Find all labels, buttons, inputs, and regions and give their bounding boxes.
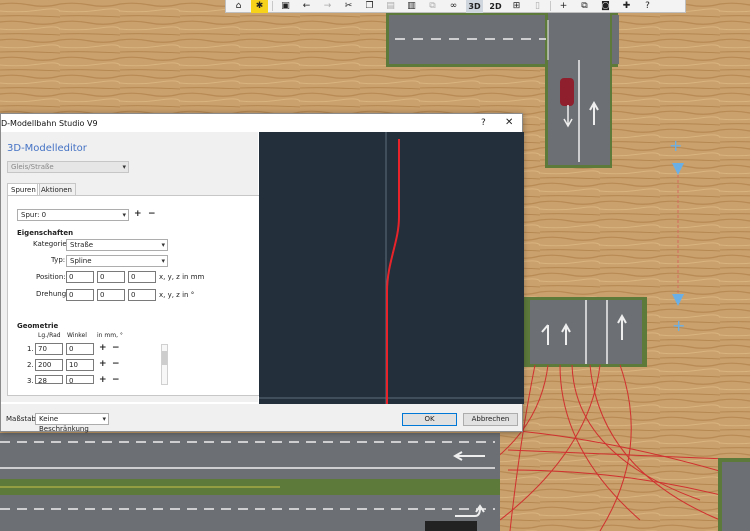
eigenschaften-heading: Eigenschaften — [17, 229, 74, 237]
ok-button[interactable]: OK — [402, 413, 457, 426]
row-remove-button[interactable]: − — [112, 375, 120, 385]
toolbar-separator — [272, 1, 273, 11]
view-2d-button[interactable]: 2D — [487, 0, 504, 13]
editor-heading: 3D-Modelleditor — [7, 143, 87, 154]
row-winkel-input[interactable]: 0 — [66, 375, 94, 385]
add-spur-button[interactable]: + — [134, 209, 142, 219]
close-button[interactable]: ✕ — [505, 117, 513, 128]
drehung-label: Drehung: — [36, 290, 69, 298]
svg-text:+: + — [672, 316, 685, 335]
drehung-z-input[interactable]: 0 — [128, 289, 156, 301]
cut-icon[interactable]: ✂ — [340, 0, 357, 13]
spline-preview-canvas[interactable] — [259, 132, 524, 404]
camera-icon[interactable]: ◙ — [597, 0, 614, 13]
row-index: 3. — [27, 377, 34, 385]
chevron-down-icon: ▾ — [161, 257, 165, 265]
row-remove-button[interactable]: − — [112, 359, 120, 369]
typ-select[interactable]: Spline ▾ — [66, 255, 168, 267]
layers-icon[interactable]: ⧉ — [576, 0, 593, 13]
undo-icon[interactable]: ← — [298, 0, 315, 13]
chevron-down-icon: ▾ — [122, 163, 126, 171]
row-index: 2. — [27, 361, 34, 369]
chevron-down-icon: ▾ — [122, 211, 126, 219]
geometrie-heading: Geometrie — [17, 322, 59, 330]
dialog-title: D-Modellbahn Studio V9 — [1, 119, 98, 128]
remove-spur-button[interactable]: − — [148, 209, 156, 219]
row-add-button[interactable]: + — [99, 375, 107, 385]
typ-value: Spline — [70, 257, 92, 265]
redo-icon[interactable]: → — [319, 0, 336, 13]
lock-icon[interactable]: ▯ — [529, 0, 546, 13]
position-z-input[interactable]: 0 — [128, 271, 156, 283]
row-lg-input[interactable]: 70 — [35, 343, 63, 355]
position-y-input[interactable]: 0 — [97, 271, 125, 283]
row-add-button[interactable]: + — [99, 359, 107, 369]
drehung-x-input[interactable]: 0 — [66, 289, 94, 301]
chevron-down-icon: ▾ — [102, 415, 106, 423]
cancel-button[interactable]: Abbrechen — [463, 413, 518, 426]
add-icon[interactable]: + — [555, 0, 572, 13]
preview-svg — [259, 132, 524, 404]
kategorie-label: Kategorie: — [33, 240, 70, 248]
spur-value: Spur: 0 — [21, 211, 47, 219]
editor-left-pane: 3D-Modelleditor Gleis/Straße ▾ Spuren Ak… — [1, 132, 271, 402]
row-winkel-input[interactable]: 10 — [66, 359, 94, 371]
kategorie-value: Straße — [70, 241, 94, 249]
row-lg-input[interactable]: 28 — [35, 375, 63, 385]
track-type-select: Gleis/Straße ▾ — [7, 161, 129, 173]
bottom-toolbar-fragment[interactable] — [425, 521, 477, 531]
drehung-y-input[interactable]: 0 — [97, 289, 125, 301]
row-add-button[interactable]: + — [99, 343, 107, 353]
help-button[interactable]: ? — [481, 118, 486, 128]
position-x-input[interactable]: 0 — [66, 271, 94, 283]
chevron-down-icon: ▾ — [161, 241, 165, 249]
row-lg-input[interactable]: 200 — [35, 359, 63, 371]
help-icon[interactable]: ? — [639, 0, 656, 13]
track-type-value: Gleis/Straße — [11, 163, 54, 171]
toolbar-separator — [550, 1, 551, 11]
geometry-scrollbar[interactable] — [161, 344, 168, 385]
link-icon[interactable]: ∞ — [445, 0, 462, 13]
model-editor-dialog: D-Modellbahn Studio V9 ? ✕ 3D-Modelledit… — [0, 113, 524, 433]
kategorie-select[interactable]: Straße ▾ — [66, 239, 168, 251]
massstab-value: Keine Beschränkung — [39, 415, 89, 433]
grid-icon[interactable]: ⊞ — [508, 0, 525, 13]
dialog-footer: Maßstab: Keine Beschränkung ▾ OK Abbrech… — [1, 404, 522, 433]
copy-icon[interactable]: ❐ — [361, 0, 378, 13]
save-icon[interactable]: ▣ — [277, 0, 294, 13]
col-lg-rad: Lg./Rad — [38, 332, 61, 339]
position-unit-label: x, y, z in mm — [159, 273, 205, 281]
drehung-unit-label: x, y, z in ° — [159, 291, 195, 299]
plugin-icon[interactable]: ✚ — [618, 0, 635, 13]
spur-select[interactable]: Spur: 0 ▾ — [17, 209, 129, 221]
view-3d-button[interactable]: 3D — [466, 0, 483, 13]
row-index: 1. — [27, 345, 34, 353]
typ-label: Typ: — [51, 256, 66, 264]
paste-icon[interactable]: ▤ — [382, 0, 399, 13]
home-icon[interactable]: ⌂ — [230, 0, 247, 13]
col-winkel: Winkel — [67, 332, 87, 339]
scroll-thumb[interactable] — [162, 351, 167, 365]
tools-icon[interactable]: ✱ — [251, 0, 268, 13]
main-toolbar: ⌂ ✱ ▣ ← → ✂ ❐ ▤ ▥ ⧉ ∞ 3D 2D ⊞ ▯ + ⧉ ◙ ✚ … — [225, 0, 686, 13]
duplicate-icon[interactable]: ⧉ — [424, 0, 441, 13]
road-segment-right — [517, 297, 647, 367]
delete-icon[interactable]: ▥ — [403, 0, 420, 13]
massstab-label: Maßstab: — [6, 415, 39, 423]
massstab-select[interactable]: Keine Beschränkung ▾ — [35, 413, 109, 433]
svg-text:+: + — [669, 136, 682, 155]
spline-curve — [386, 139, 400, 404]
row-remove-button[interactable]: − — [112, 343, 120, 353]
col-unit: in mm, ° — [97, 332, 123, 339]
position-label: Position: — [36, 273, 66, 281]
row-winkel-input[interactable]: 0 — [66, 343, 94, 355]
dialog-titlebar[interactable]: D-Modellbahn Studio V9 ? ✕ — [1, 114, 522, 132]
